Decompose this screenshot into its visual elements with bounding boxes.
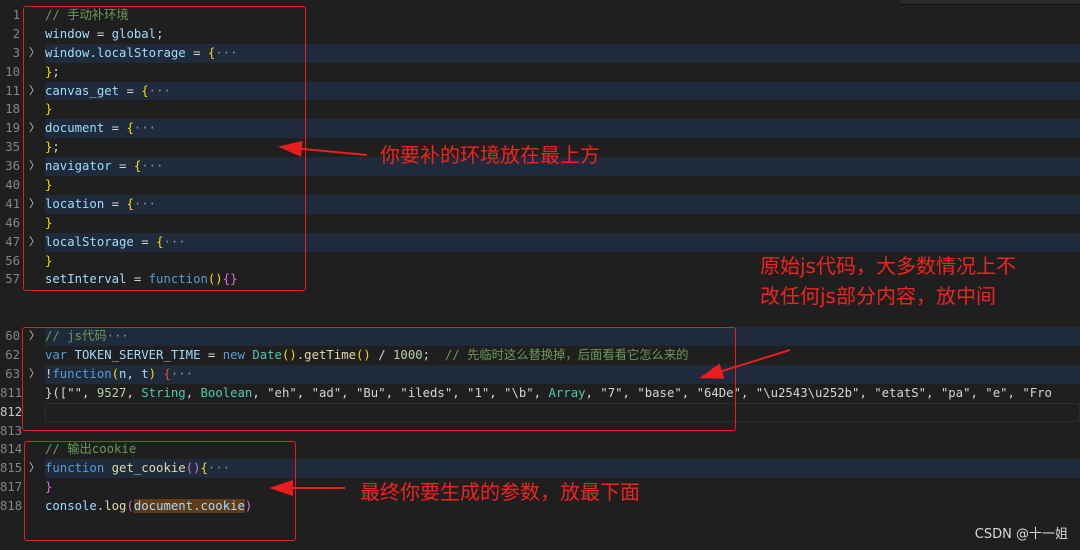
arrow-top — [278, 140, 368, 157]
annotation-middle-text-1: 原始js代码，大多数情况上不 — [760, 254, 1016, 278]
arrow-middle — [699, 349, 791, 379]
annotation-top-text: 你要补的环境放在最上方 — [380, 143, 600, 167]
annotation-middle-text-2: 改任何js部分内容，放中间 — [760, 284, 996, 308]
watermark: CSDN @十一姐 — [974, 527, 1068, 542]
annotation-bottom-text: 最终你要生成的参数，放最下面 — [360, 480, 640, 504]
